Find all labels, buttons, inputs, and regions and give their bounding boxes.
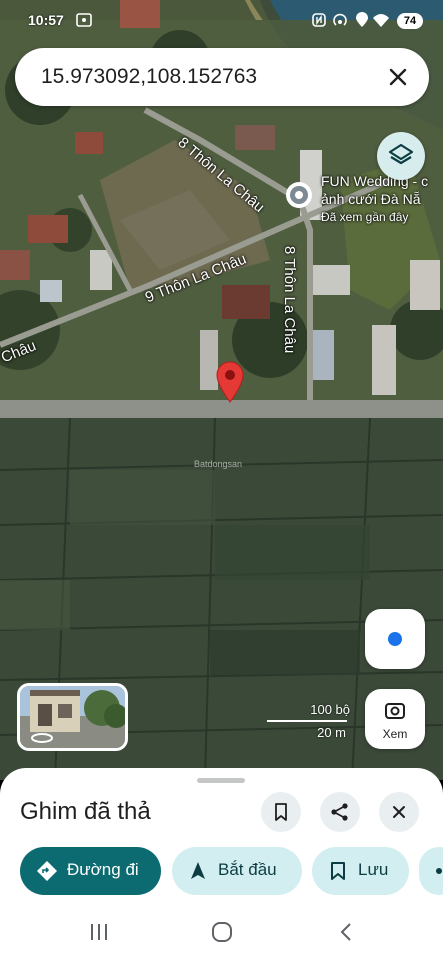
navigation-arrow-icon xyxy=(191,862,205,879)
share-button[interactable] xyxy=(320,792,360,832)
more-icon xyxy=(436,868,442,874)
more-chip[interactable] xyxy=(419,847,443,895)
hotspot-icon xyxy=(333,13,347,26)
close-icon xyxy=(393,806,405,818)
map-scale: 100 bộ 20 m xyxy=(265,702,350,742)
close-sheet-button[interactable] xyxy=(379,792,419,832)
start-button[interactable]: Bắt đầu xyxy=(172,847,302,895)
poi-subtitle: Đã xem gần đây xyxy=(321,210,409,224)
screenshot-icon xyxy=(76,13,92,27)
battery-indicator: 74 xyxy=(397,13,423,29)
layers-icon xyxy=(388,143,414,165)
camera-search-icon xyxy=(385,703,405,719)
wifi-icon xyxy=(373,14,389,27)
nfc-icon xyxy=(312,13,326,27)
recent-apps-icon[interactable] xyxy=(88,921,110,943)
location-dot-icon xyxy=(388,632,402,646)
lens-label: Xem xyxy=(382,727,408,741)
scale-imperial: 100 bộ xyxy=(310,702,350,717)
sheet-title: Ghim đã thả xyxy=(20,798,151,825)
scale-metric: 20 m xyxy=(317,725,346,740)
watermark: Batdongsan xyxy=(194,459,243,469)
layers-button[interactable] xyxy=(377,132,425,180)
bookmark-button[interactable] xyxy=(261,792,301,832)
back-icon[interactable] xyxy=(336,921,358,943)
directions-icon xyxy=(37,861,57,881)
directions-button[interactable]: Đường đi xyxy=(20,847,161,895)
directions-label: Đường đi xyxy=(67,860,139,879)
system-nav-bar xyxy=(0,905,443,960)
save-button[interactable]: Lưu xyxy=(312,847,409,895)
street-view-thumbnail[interactable] xyxy=(17,683,128,751)
street-label: 8 Thôn La Châu xyxy=(281,246,298,354)
search-query[interactable]: 15.973092,108.152763 xyxy=(41,65,257,89)
status-bar: 10:57 74 xyxy=(0,0,443,42)
share-icon xyxy=(331,803,348,821)
bookmark-icon xyxy=(331,862,345,880)
search-bar[interactable]: 15.973092,108.152763 xyxy=(15,48,429,106)
location-status-icon xyxy=(356,12,368,27)
drag-handle[interactable] xyxy=(197,778,245,783)
lens-button[interactable]: Xem xyxy=(365,689,425,749)
poi-title-line2: ảnh cưới Đà Nẵ xyxy=(321,191,421,207)
map-view[interactable]: 8 Thôn La Châu 9 Thôn La Châu 8 Thôn La … xyxy=(0,0,443,780)
save-label: Lưu xyxy=(358,860,389,879)
status-time: 10:57 xyxy=(28,12,64,28)
close-icon[interactable] xyxy=(383,62,413,92)
bookmark-icon xyxy=(275,803,287,821)
scale-bar xyxy=(267,720,347,722)
home-icon[interactable] xyxy=(211,921,233,943)
street-view-image xyxy=(20,686,125,748)
dropped-pin-icon[interactable] xyxy=(215,360,245,404)
start-label: Bắt đầu xyxy=(218,860,277,879)
my-location-button[interactable] xyxy=(365,609,425,669)
poi-marker-icon[interactable] xyxy=(284,180,314,210)
